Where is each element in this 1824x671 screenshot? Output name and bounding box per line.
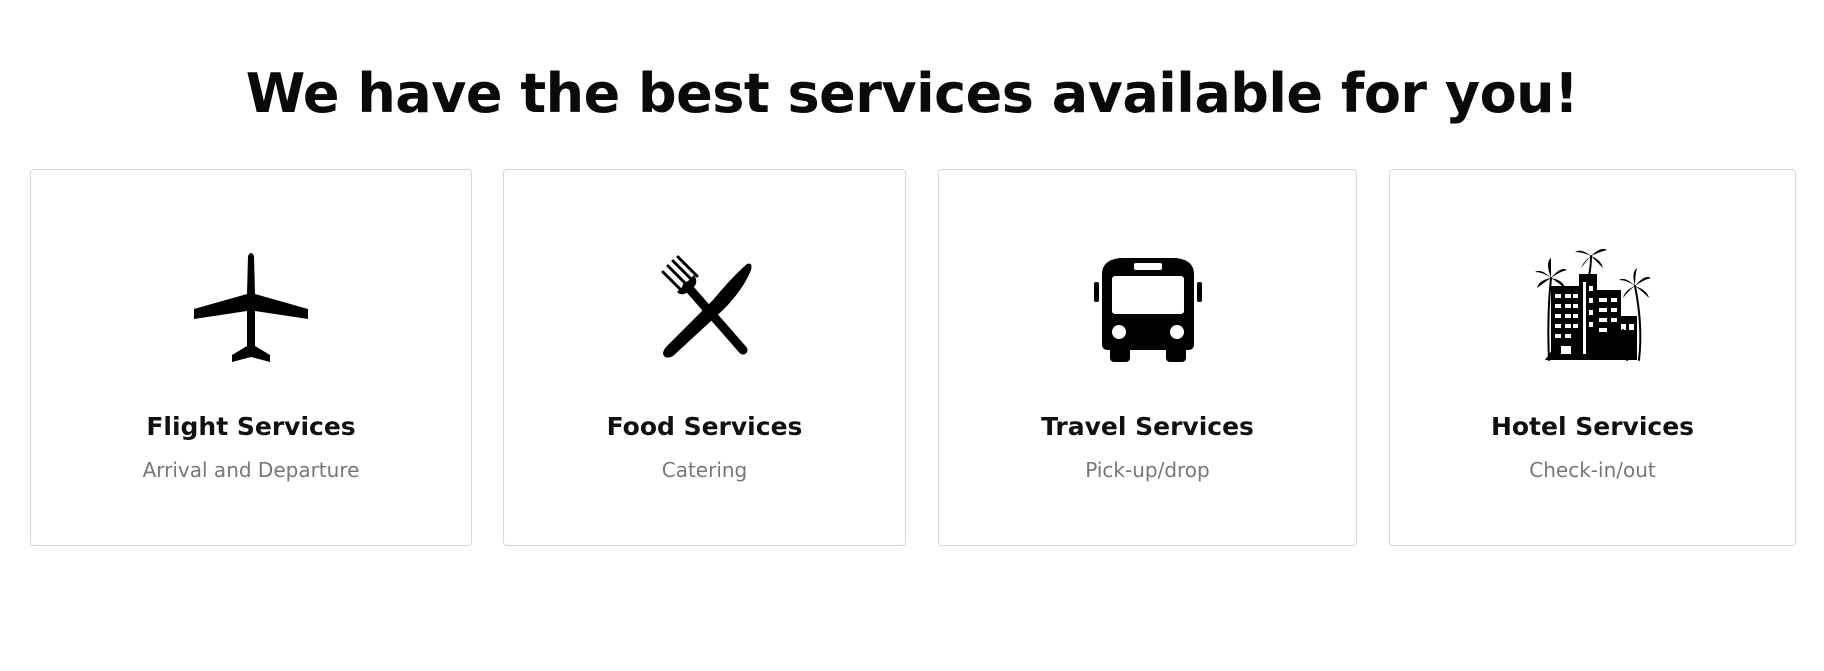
service-title: Flight Services — [146, 412, 356, 441]
service-subtitle: Arrival and Departure — [142, 458, 360, 482]
service-card-food[interactable]: Food Services Catering — [503, 169, 906, 546]
airplane-icon — [189, 246, 313, 370]
service-card-flight[interactable]: Flight Services Arrival and Departure — [30, 169, 472, 546]
service-card-hotel[interactable]: Hotel Services Check-in/out — [1389, 169, 1796, 546]
service-title: Hotel Services — [1490, 412, 1695, 441]
hotel-building-icon — [1531, 246, 1655, 370]
page-title: We have the best services available for … — [245, 62, 1579, 125]
service-title: Food Services — [606, 412, 803, 441]
service-card-travel[interactable]: Travel Services Pick-up/drop — [938, 169, 1357, 546]
service-title: Travel Services — [1041, 412, 1254, 441]
fork-and-knife-icon — [643, 246, 767, 370]
service-subtitle: Check-in/out — [1529, 458, 1656, 482]
service-subtitle: Catering — [661, 458, 748, 482]
service-subtitle: Pick-up/drop — [1085, 458, 1210, 482]
bus-icon — [1086, 246, 1210, 370]
